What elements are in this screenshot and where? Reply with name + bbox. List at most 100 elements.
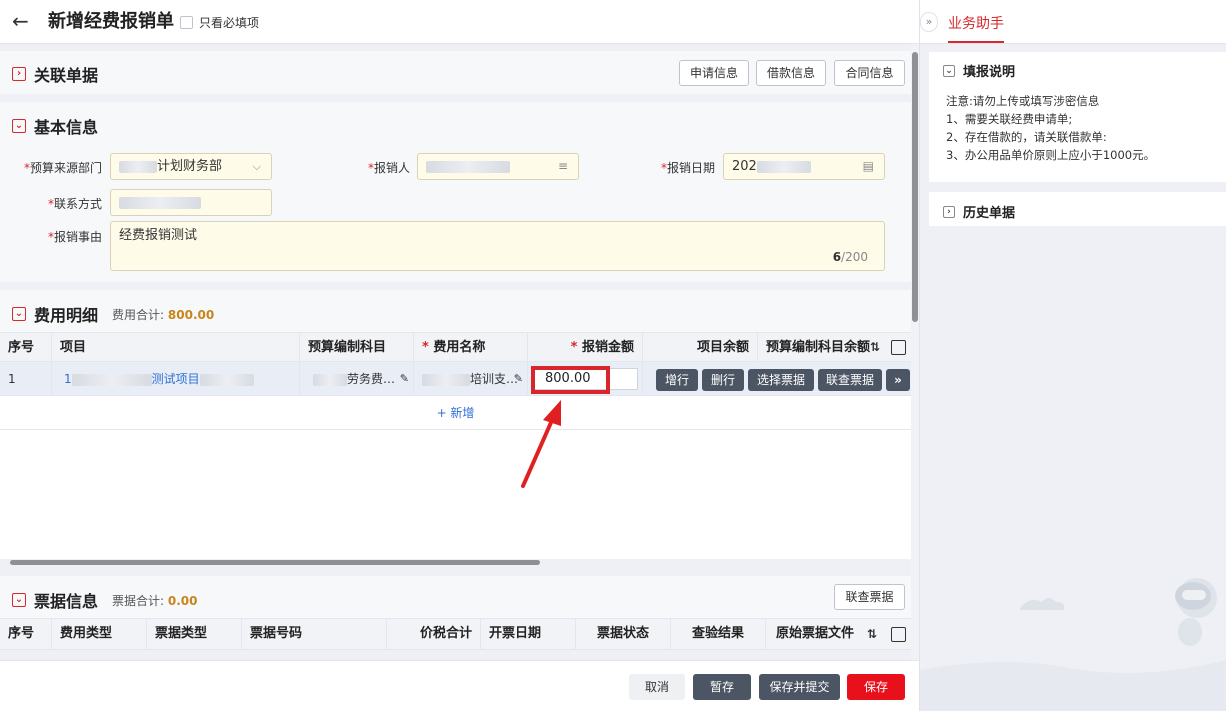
guide-header[interactable]: ⌄ 填报说明: [943, 61, 1015, 80]
fullscreen-icon[interactable]: [891, 340, 906, 355]
col-index: 序号: [0, 333, 52, 363]
inv-col-total: 价税合计: [387, 619, 481, 649]
guide-title: 填报说明: [963, 65, 1016, 80]
only-required-checkbox[interactable]: [180, 16, 193, 29]
related-docs-title: 关联单据: [34, 66, 99, 85]
edit-pen-icon: ✎: [399, 372, 409, 385]
inv-col-status: 票据状态: [576, 619, 671, 649]
tab-active-indicator: [948, 41, 1004, 43]
annotation-arrow-icon: [521, 400, 561, 488]
col-project: 项目: [52, 333, 300, 363]
contact-input[interactable]: [110, 189, 272, 216]
related-docs-section: › 关联单据 申请信息 借款信息 合同信息: [0, 51, 911, 94]
reason-label: *报销事由: [47, 230, 102, 244]
loan-info-button[interactable]: 借款信息: [756, 60, 826, 86]
invoice-total: 票据合计: 0.00: [112, 593, 198, 608]
col-fee-name: * 费用名称: [414, 333, 528, 363]
main-area: ← 新增经费报销单 只看必填项 › 关联单据 申请信息 借款信息 合同信息 ⌄ …: [0, 0, 919, 711]
invoice-title: 票据信息: [34, 592, 99, 611]
inv-col-date: 开票日期: [481, 619, 576, 649]
only-required-toggle[interactable]: 只看必填项: [180, 14, 259, 31]
inv-col-invoice-type: 票据类型: [147, 619, 242, 649]
reason-textarea[interactable]: 经费报销测试 6/200: [110, 221, 885, 271]
history-title: 历史单据: [963, 206, 1016, 221]
horizontal-scrollbar[interactable]: [0, 559, 911, 565]
related-docs-header[interactable]: › 关联单据: [12, 62, 98, 86]
history-header[interactable]: › 历史单据: [943, 202, 1015, 221]
draft-button[interactable]: 暂存: [693, 674, 751, 700]
expense-row[interactable]: 1 1 测试项目 劳务费… ✎ 培训支… ✎ 800.00 增行 删行 选择票据 …: [0, 362, 911, 396]
contract-info-button[interactable]: 合同信息: [834, 60, 905, 86]
col-subject-balance: 预算编制科目余额: [766, 340, 871, 355]
inv-col-fee-type: 费用类型: [52, 619, 147, 649]
invoice-section: ⌄ 票据信息 票据合计: 0.00 联查票据 序号 费用类型 票据类型 票据号码…: [0, 576, 911, 650]
page-header: ← 新增经费报销单 只看必填项: [0, 0, 919, 44]
decorative-landscape: [920, 578, 1226, 711]
inv-col-invoice-no: 票据号码: [242, 619, 387, 649]
expense-header[interactable]: ⌄ 费用明细 费用合计: 800.00: [12, 302, 214, 326]
col-project-balance: 项目余额: [643, 333, 758, 363]
invoice-query-button[interactable]: 联查票据: [834, 584, 905, 610]
expense-title: 费用明细: [34, 306, 99, 325]
query-invoice-button[interactable]: 联查票据: [818, 369, 882, 391]
history-card: › 历史单据: [929, 192, 1226, 226]
save-submit-button[interactable]: 保存并提交: [759, 674, 840, 700]
tab-assistant[interactable]: 业务助手: [948, 13, 1004, 33]
guide-line: 2、存在借款的，请关联借款单:: [946, 130, 1107, 144]
cancel-button[interactable]: 取消: [629, 674, 685, 700]
dept-label: *预算来源部门: [23, 161, 102, 175]
delete-row-button[interactable]: 删行: [702, 369, 744, 391]
claimant-label: *报销人: [367, 161, 410, 175]
dept-select[interactable]: 计划财务部 ⌵: [110, 153, 272, 180]
chevron-down-icon: ⌄: [943, 64, 955, 77]
row-index: 1: [0, 362, 52, 396]
basic-info-header[interactable]: ⌄ 基本信息: [12, 114, 98, 138]
add-row-button[interactable]: 增行: [656, 369, 698, 391]
chevron-right-icon: ›: [943, 205, 955, 218]
sort-icon[interactable]: ⇅: [870, 340, 880, 354]
date-input[interactable]: 202 ▤: [723, 153, 885, 180]
basic-info-title: 基本信息: [34, 118, 99, 137]
collapse-down-icon: ⌄: [12, 593, 26, 607]
invoice-header[interactable]: ⌄ 票据信息 票据合计: 0.00: [12, 588, 198, 612]
guide-line: 3、办公用品单价原则上应小于1000元。: [946, 148, 1156, 162]
row-project[interactable]: 1 测试项目: [52, 362, 300, 396]
sort-icon[interactable]: ⇅: [867, 627, 877, 641]
collapse-down-icon: ⌄: [12, 307, 26, 321]
add-new-row[interactable]: + 新增: [0, 396, 911, 430]
reason-char-count: 6/200: [832, 250, 868, 264]
vertical-scrollbar-thumb[interactable]: [912, 52, 918, 322]
claimant-input[interactable]: ≡: [417, 153, 579, 180]
expand-right-icon: ›: [12, 67, 26, 81]
only-required-label: 只看必填项: [199, 16, 260, 30]
save-button[interactable]: 保存: [847, 674, 905, 700]
guide-line: 1、需要关联经费申请单;: [946, 112, 1073, 126]
page-title: 新增经费报销单: [48, 11, 174, 32]
assistant-header: » 业务助手: [920, 0, 1226, 44]
back-arrow-icon[interactable]: ←: [12, 9, 29, 33]
collapse-down-icon: ⌄: [12, 119, 26, 133]
calendar-icon: ▤: [862, 159, 874, 173]
row-fee-name[interactable]: 培训支… ✎: [414, 362, 528, 396]
expense-table-header: 序号 项目 预算编制科目 * 费用名称 * 报销金额 项目余额 预算编制科目余额…: [0, 332, 911, 363]
scrollbar-thumb[interactable]: [10, 560, 540, 565]
chevron-down-icon: ⌵: [252, 160, 261, 173]
guide-line: 注意:请勿上传或填写涉密信息: [946, 94, 1100, 108]
footer-bar: 取消 暂存 保存并提交 保存: [0, 660, 919, 711]
apply-info-button[interactable]: 申请信息: [679, 60, 749, 86]
highlight-box: [531, 366, 610, 394]
inv-col-file: 原始票据文件: [775, 626, 854, 641]
fullscreen-icon[interactable]: [891, 627, 906, 642]
contact-label: *联系方式: [47, 197, 102, 211]
assistant-panel: » 业务助手 ⌄ 填报说明 注意:请勿上传或填写涉密信息 1、需要关联经费申请单…: [919, 0, 1226, 711]
more-actions-icon[interactable]: »: [886, 369, 910, 391]
date-label: *报销日期: [660, 161, 715, 175]
vertical-scrollbar[interactable]: [911, 44, 919, 660]
inv-col-index: 序号: [0, 619, 52, 649]
expense-total: 费用合计: 800.00: [112, 307, 215, 322]
expense-section: ⌄ 费用明细 费用合计: 800.00 序号 项目 预算编制科目 * 费用名称 …: [0, 290, 911, 565]
list-icon: ≡: [557, 159, 568, 173]
select-invoice-button[interactable]: 选择票据: [748, 369, 814, 391]
collapse-panel-icon[interactable]: »: [920, 12, 938, 32]
row-subject[interactable]: 劳务费… ✎: [300, 362, 414, 396]
